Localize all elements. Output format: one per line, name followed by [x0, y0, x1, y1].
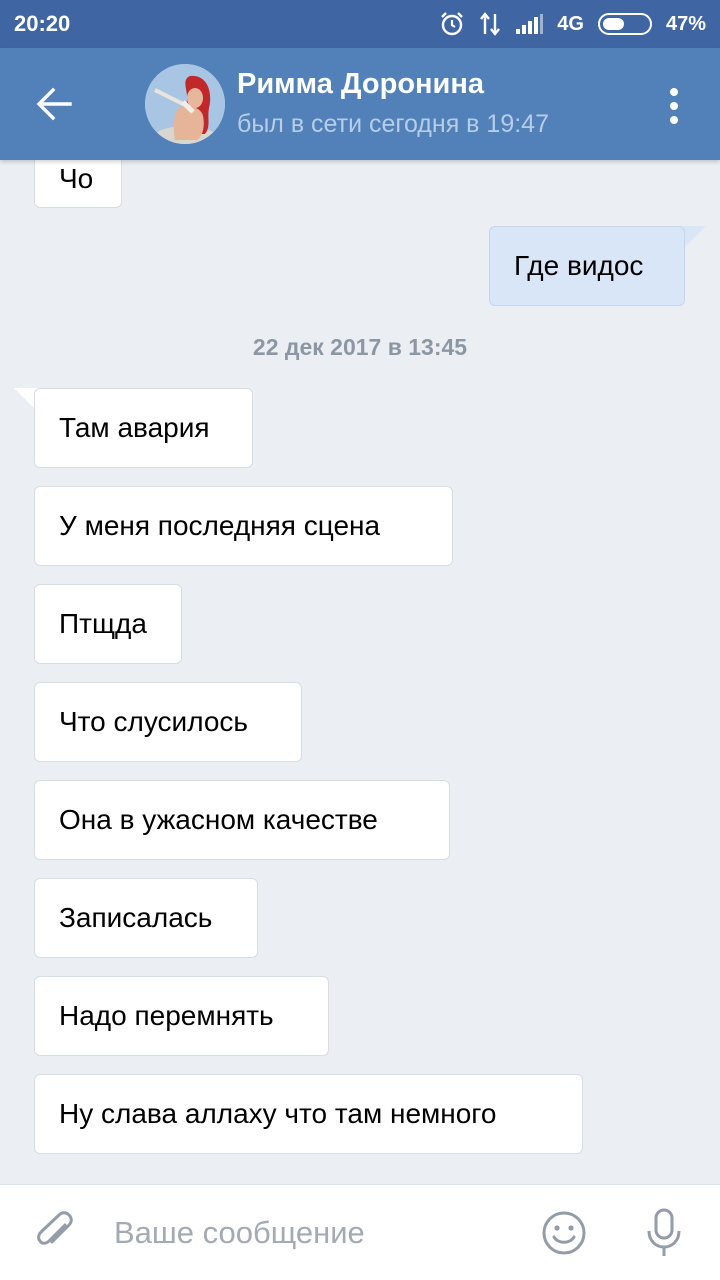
status-icons: 4G 47% — [439, 11, 706, 37]
paperclip-icon — [37, 1211, 73, 1245]
status-time: 20:20 — [14, 11, 71, 36]
message-bubble[interactable]: Птщда — [34, 584, 182, 664]
message-input[interactable] — [114, 1209, 494, 1257]
avatar[interactable] — [145, 64, 225, 144]
message-bubble[interactable]: Там авария — [34, 388, 253, 468]
message-bubble[interactable]: Записалась — [34, 878, 258, 958]
message-text: Птщда — [59, 608, 147, 639]
voice-button[interactable] — [644, 1207, 684, 1264]
emoji-button[interactable] — [540, 1209, 588, 1262]
message-text: Она в ужасном качестве — [59, 804, 378, 835]
battery-percent: 47% — [665, 12, 706, 35]
message-bubble[interactable]: Она в ужасном качестве — [34, 780, 450, 860]
arrow-left-icon — [36, 87, 72, 121]
message-bubble[interactable]: У меня последняя сцена — [34, 486, 453, 566]
message-text: Надо перемнять — [59, 1000, 274, 1031]
more-vertical-icon[interactable] — [658, 84, 690, 128]
network-type: 4G — [557, 12, 584, 35]
message-text: Чо — [59, 163, 94, 194]
message-text: Где видос — [514, 250, 644, 281]
message-text: Записалась — [59, 902, 213, 933]
battery-level — [602, 18, 624, 30]
smiley-icon — [542, 1211, 586, 1255]
menu-dot — [670, 116, 678, 124]
message-text: У меня последняя сцена — [59, 510, 381, 541]
contact-status: был в сети сегодня в 19:47 — [237, 110, 549, 138]
menu-dot — [670, 102, 678, 110]
signal-icon — [515, 13, 544, 35]
message-bubble[interactable]: Что слусилось — [34, 682, 302, 762]
message-list[interactable]: Чо Где видос 22 дек 2017 в 13:45 Там ава… — [0, 160, 720, 1184]
menu-dot — [670, 88, 678, 96]
back-button[interactable] — [30, 80, 78, 128]
status-bar: 20:20 4G 47% — [0, 0, 720, 48]
message-text: Там авария — [59, 412, 210, 443]
message-text: Ну слава аллаху что там немного — [59, 1098, 497, 1129]
chat-header: Римма Доронина был в сети сегодня в 19:4… — [0, 48, 720, 160]
battery-icon — [597, 13, 652, 35]
message-bubble[interactable]: Где видос — [489, 226, 685, 306]
alarm-clock-icon — [439, 11, 465, 37]
attach-button[interactable] — [32, 1209, 80, 1262]
message-bubble[interactable]: Надо перемнять — [34, 976, 329, 1056]
contact-name[interactable]: Римма Доронина — [237, 68, 484, 101]
microphone-icon — [647, 1208, 681, 1256]
message-bubble[interactable]: Ну слава аллаху что там немного — [34, 1074, 583, 1154]
message-composer — [0, 1184, 720, 1280]
data-arrows-icon — [479, 12, 501, 36]
date-separator: 22 дек 2017 в 13:45 — [252, 334, 468, 360]
message-text: Что слусилось — [59, 706, 248, 737]
message-bubble[interactable]: Чо — [34, 160, 122, 208]
